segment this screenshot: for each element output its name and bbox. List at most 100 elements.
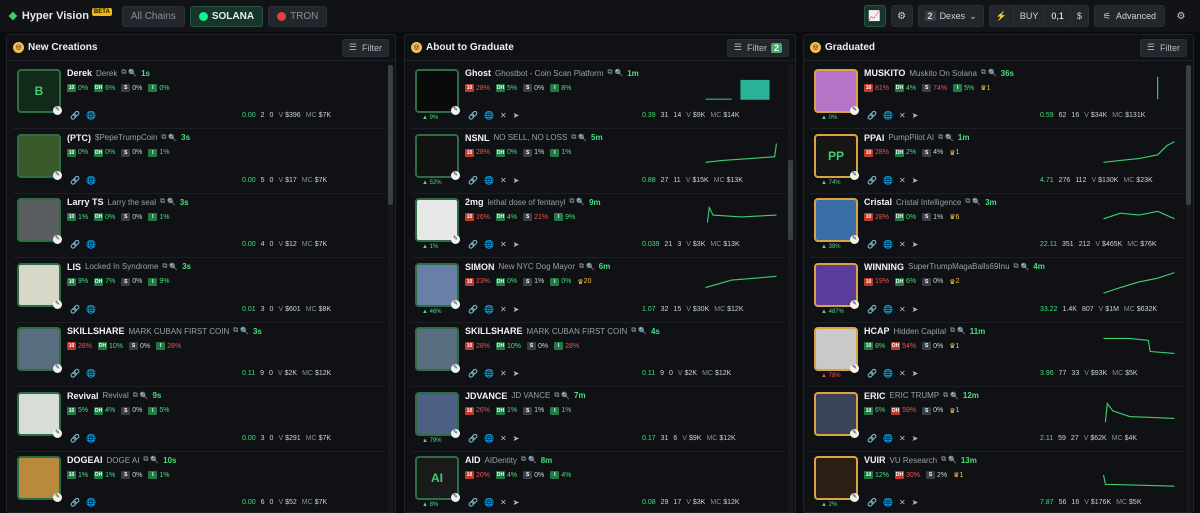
pin-icon[interactable]: ✎ [53, 428, 62, 438]
link-icon[interactable]: 🔗 [867, 305, 877, 314]
globe-icon[interactable]: 🌐 [484, 305, 494, 314]
telegram-icon[interactable]: ➤ [912, 111, 919, 120]
globe-icon[interactable]: 🌐 [86, 305, 96, 314]
token-card[interactable]: AI ✎ ▲ 8% AID AIDentity ⧉ 🔍 8m 10 20% DH 4% S 0% I 4% 🔗 🌐… [411, 452, 785, 512]
telegram-icon[interactable]: ➤ [513, 369, 520, 378]
token-card[interactable]: ✎ DOGEAI DOGE AI ⧉ 🔍 10s 10 1% DH 1% S 0% I 1% 🔗 🌐 0.00 6… [13, 452, 385, 512]
link-icon[interactable]: 🔗 [468, 498, 478, 507]
copy-icon[interactable]: ⧉ [571, 134, 576, 142]
token-card[interactable]: ✎ ▲ 52% NSNL NO SELL, NO LOSS ⧉ 🔍 5m 10 28% DH 0% S… [411, 130, 785, 194]
search-icon[interactable]: 🔍 [168, 134, 177, 142]
link-icon[interactable]: 🔗 [468, 305, 478, 314]
token-card[interactable]: ✎ ▲ 78% HCAP Hidden Capital ⧉ 🔍 11m 10 8% DH 54% S 0… [810, 323, 1183, 387]
scrollbar[interactable] [1186, 65, 1191, 512]
token-card[interactable]: ✎ SKILLSHARE MARK CUBAN FIRST COIN ⧉ 🔍 3s 10 28… [13, 323, 385, 387]
link-icon[interactable]: 🔗 [70, 240, 80, 249]
pin-icon[interactable]: ✎ [850, 299, 859, 309]
search-icon[interactable]: 🔍 [578, 134, 587, 142]
search-icon[interactable]: 🔍 [169, 263, 178, 271]
link-icon[interactable]: 🔗 [867, 434, 877, 443]
scrollbar-thumb[interactable] [388, 65, 393, 205]
globe-icon[interactable]: 🌐 [883, 498, 893, 507]
globe-icon[interactable]: 🌐 [883, 305, 893, 314]
copy-icon[interactable]: ⧉ [160, 198, 165, 206]
filter-button[interactable]: ☰ Filter [341, 38, 389, 57]
pin-icon[interactable]: ✎ [53, 493, 62, 502]
search-icon[interactable]: 🔍 [128, 69, 137, 77]
search-icon[interactable]: 🔍 [972, 198, 981, 206]
search-icon[interactable]: 🔍 [150, 456, 159, 464]
x-icon[interactable]: ✕ [899, 434, 906, 443]
pin-icon[interactable]: ✎ [850, 493, 859, 502]
x-icon[interactable]: ✕ [500, 240, 507, 249]
link-icon[interactable]: 🔗 [70, 434, 80, 443]
x-icon[interactable]: ✕ [899, 305, 906, 314]
copy-icon[interactable]: ⧉ [133, 392, 138, 400]
globe-icon[interactable]: 🌐 [86, 111, 96, 120]
search-icon[interactable]: 🔍 [957, 327, 966, 335]
globe-icon[interactable]: 🌐 [484, 240, 494, 249]
search-icon[interactable]: 🔍 [167, 198, 176, 206]
copy-icon[interactable]: ⧉ [161, 134, 166, 142]
globe-icon[interactable]: 🌐 [86, 434, 96, 443]
copy-icon[interactable]: ⧉ [938, 134, 943, 142]
x-icon[interactable]: ✕ [899, 369, 906, 378]
token-card[interactable]: ✎ ▲ 0% MUSKITO Muskito On Solana ⧉ 🔍 36s 10 81% D… [810, 65, 1183, 129]
globe-icon[interactable]: 🌐 [883, 176, 893, 185]
globe-icon[interactable]: 🌐 [484, 498, 494, 507]
telegram-icon[interactable]: ➤ [912, 498, 919, 507]
telegram-icon[interactable]: ➤ [513, 498, 520, 507]
globe-icon[interactable]: 🌐 [484, 369, 494, 378]
search-icon[interactable]: 🔍 [950, 392, 959, 400]
copy-icon[interactable]: ⧉ [162, 263, 167, 271]
copy-icon[interactable]: ⧉ [631, 327, 636, 335]
pin-icon[interactable]: ✎ [451, 364, 460, 373]
search-icon[interactable]: 🔍 [615, 69, 624, 77]
pin-icon[interactable]: ✎ [53, 170, 62, 180]
gear-icon[interactable]: ⚙ [890, 5, 913, 27]
search-icon[interactable]: 🔍 [945, 134, 954, 142]
pin-icon[interactable]: ✎ [850, 106, 859, 115]
link-icon[interactable]: 🔗 [468, 176, 478, 185]
token-card[interactable]: ✎ ▲ 9% Ghost Ghostbot - Coin Scan Platform ⧉… [411, 65, 785, 129]
globe-icon[interactable]: 🌐 [883, 369, 893, 378]
globe-icon[interactable]: 🌐 [86, 240, 96, 249]
telegram-icon[interactable]: ➤ [513, 240, 520, 249]
copy-icon[interactable]: ⧉ [981, 69, 986, 77]
scrollbar-thumb[interactable] [1186, 65, 1191, 205]
chart-icon[interactable]: 📈 [863, 5, 886, 27]
copy-icon[interactable]: ⧉ [950, 327, 955, 335]
quick-buy[interactable]: ⚡ BUY 0,1 $ [988, 5, 1089, 27]
advanced-button[interactable]: ⚟ Advanced [1093, 5, 1165, 27]
copy-icon[interactable]: ⧉ [941, 456, 946, 464]
scrollbar-thumb[interactable] [788, 160, 793, 240]
x-icon[interactable]: ✕ [500, 176, 507, 185]
link-icon[interactable]: 🔗 [867, 369, 877, 378]
search-icon[interactable]: 🔍 [561, 392, 570, 400]
search-icon[interactable]: 🔍 [1021, 263, 1030, 271]
search-icon[interactable]: 🔍 [586, 263, 595, 271]
copy-icon[interactable]: ⧉ [143, 456, 148, 464]
x-icon[interactable]: ✕ [899, 498, 906, 507]
link-icon[interactable]: 🔗 [867, 111, 877, 120]
telegram-icon[interactable]: ➤ [912, 176, 919, 185]
x-icon[interactable]: ✕ [500, 369, 507, 378]
pin-icon[interactable]: ✎ [53, 299, 62, 309]
link-icon[interactable]: 🔗 [70, 111, 80, 120]
token-card[interactable]: B ✎ Derek Derek ⧉ 🔍 1s 10 0% DH 6% S 0% I 0% 🔗 🌐 0.00 2 0 V $… [13, 65, 385, 129]
link-icon[interactable]: 🔗 [867, 498, 877, 507]
pin-icon[interactable]: ✎ [451, 493, 460, 502]
token-card[interactable]: ✎ ▲ 79% JDVANCE JD VANCE ⧉ 🔍 7m 10 26% DH 1% S 1% I 1%… [411, 388, 785, 452]
chain-solana[interactable]: SOLANA [189, 5, 264, 27]
copy-icon[interactable]: ⧉ [121, 69, 126, 77]
chain-all[interactable]: All Chains [121, 5, 185, 27]
pin-icon[interactable]: ✎ [850, 170, 859, 180]
pin-icon[interactable]: ✎ [53, 364, 62, 373]
telegram-icon[interactable]: ➤ [513, 305, 520, 314]
link-icon[interactable]: 🔗 [468, 111, 478, 120]
globe-icon[interactable]: 🌐 [484, 176, 494, 185]
link-icon[interactable]: 🔗 [867, 240, 877, 249]
telegram-icon[interactable]: ➤ [513, 434, 520, 443]
link-icon[interactable]: 🔗 [70, 498, 80, 507]
filter-button[interactable]: ☰ Filter [1139, 38, 1187, 57]
